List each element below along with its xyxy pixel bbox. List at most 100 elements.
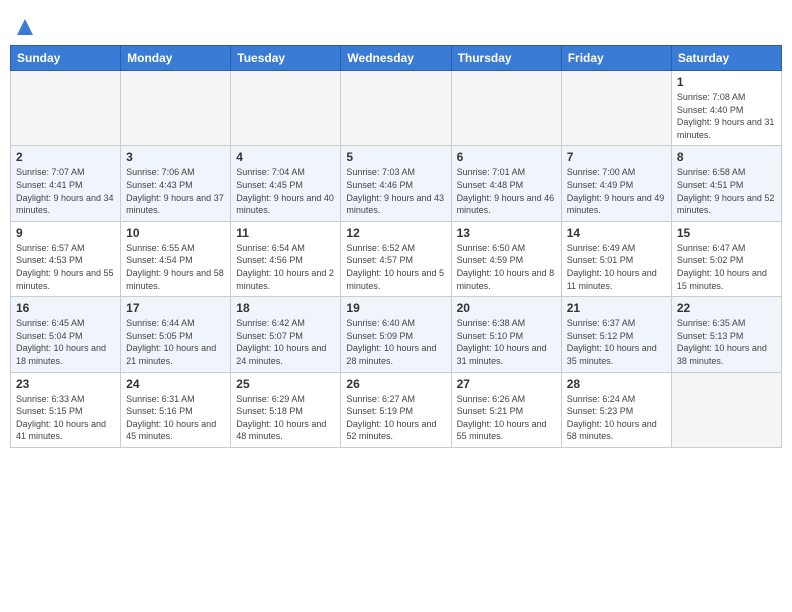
day-info: Sunrise: 6:47 AM Sunset: 5:02 PM Dayligh… [677, 242, 776, 292]
day-info: Sunrise: 7:08 AM Sunset: 4:40 PM Dayligh… [677, 91, 776, 141]
calendar-cell [671, 372, 781, 447]
day-info: Sunrise: 6:35 AM Sunset: 5:13 PM Dayligh… [677, 317, 776, 367]
day-number: 3 [126, 150, 225, 164]
day-info: Sunrise: 7:00 AM Sunset: 4:49 PM Dayligh… [567, 166, 666, 216]
day-info: Sunrise: 7:01 AM Sunset: 4:48 PM Dayligh… [457, 166, 556, 216]
calendar-cell: 26Sunrise: 6:27 AM Sunset: 5:19 PM Dayli… [341, 372, 451, 447]
day-number: 20 [457, 301, 556, 315]
calendar-cell: 18 Sunrise: 6:42 AM Sunset: 5:07 PM Dayli… [231, 297, 341, 372]
calendar-cell: 23 Sunrise: 6:33 AM Sunset: 5:15 PM Dayli… [11, 372, 121, 447]
weekday-header-saturday: Saturday [671, 46, 781, 71]
day-number: 23 [16, 377, 115, 391]
day-number: 19 [346, 301, 445, 315]
calendar-cell: 13 Sunrise: 6:50 AM Sunset: 4:59 PM Dayli… [451, 221, 561, 296]
calendar-cell: 9 Sunrise: 6:57 AM Sunset: 4:53 PM Daylig… [11, 221, 121, 296]
day-info: Sunrise: 6:33 AM Sunset: 5:15 PM Dayligh… [16, 393, 115, 443]
calendar-cell: 11 Sunrise: 6:54 AM Sunset: 4:56 PM Dayli… [231, 221, 341, 296]
calendar-cell: 6 Sunrise: 7:01 AM Sunset: 4:48 PM Daylig… [451, 146, 561, 221]
header [10, 10, 782, 41]
calendar-cell: 19Sunrise: 6:40 AM Sunset: 5:09 PM Dayli… [341, 297, 451, 372]
day-info: Sunrise: 6:37 AM Sunset: 5:12 PM Dayligh… [567, 317, 666, 367]
day-number: 21 [567, 301, 666, 315]
calendar-cell: 28Sunrise: 6:24 AM Sunset: 5:23 PM Dayli… [561, 372, 671, 447]
day-number: 6 [457, 150, 556, 164]
day-info: Sunrise: 6:50 AM Sunset: 4:59 PM Dayligh… [457, 242, 556, 292]
calendar-week-row: 23 Sunrise: 6:33 AM Sunset: 5:15 PM Dayli… [11, 372, 782, 447]
day-number: 1 [677, 75, 776, 89]
calendar-cell: 21 Sunrise: 6:37 AM Sunset: 5:12 PM Dayli… [561, 297, 671, 372]
page: SundayMondayTuesdayWednesdayThursdayFrid… [0, 0, 792, 458]
day-number: 22 [677, 301, 776, 315]
calendar-cell: 25 Sunrise: 6:29 AM Sunset: 5:18 PM Dayli… [231, 372, 341, 447]
weekday-header-sunday: Sunday [11, 46, 121, 71]
calendar-cell: 7 Sunrise: 7:00 AM Sunset: 4:49 PM Daylig… [561, 146, 671, 221]
day-number: 11 [236, 226, 335, 240]
day-number: 15 [677, 226, 776, 240]
day-info: Sunrise: 7:04 AM Sunset: 4:45 PM Dayligh… [236, 166, 335, 216]
day-number: 2 [16, 150, 115, 164]
day-info: Sunrise: 6:24 AM Sunset: 5:23 PM Dayligh… [567, 393, 666, 443]
day-info: Sunrise: 6:42 AM Sunset: 5:07 PM Dayligh… [236, 317, 335, 367]
day-info: Sunrise: 7:07 AM Sunset: 4:41 PM Dayligh… [16, 166, 115, 216]
calendar-cell [121, 71, 231, 146]
day-info: Sunrise: 6:44 AM Sunset: 5:05 PM Dayligh… [126, 317, 225, 367]
calendar-cell [231, 71, 341, 146]
calendar-cell [341, 71, 451, 146]
calendar-cell: 20 Sunrise: 6:38 AM Sunset: 5:10 PM Dayli… [451, 297, 561, 372]
day-number: 17 [126, 301, 225, 315]
day-number: 5 [346, 150, 445, 164]
day-number: 9 [16, 226, 115, 240]
weekday-header-friday: Friday [561, 46, 671, 71]
day-number: 16 [16, 301, 115, 315]
day-info: Sunrise: 6:38 AM Sunset: 5:10 PM Dayligh… [457, 317, 556, 367]
calendar-cell: 2 Sunrise: 7:07 AM Sunset: 4:41 PM Daylig… [11, 146, 121, 221]
day-number: 4 [236, 150, 335, 164]
day-info: Sunrise: 6:52 AM Sunset: 4:57 PM Dayligh… [346, 242, 445, 292]
weekday-header-wednesday: Wednesday [341, 46, 451, 71]
calendar-cell [561, 71, 671, 146]
day-number: 8 [677, 150, 776, 164]
calendar-week-row: 2 Sunrise: 7:07 AM Sunset: 4:41 PM Daylig… [11, 146, 782, 221]
day-info: Sunrise: 6:58 AM Sunset: 4:51 PM Dayligh… [677, 166, 776, 216]
day-info: Sunrise: 7:03 AM Sunset: 4:46 PM Dayligh… [346, 166, 445, 216]
day-number: 18 [236, 301, 335, 315]
day-info: Sunrise: 6:54 AM Sunset: 4:56 PM Dayligh… [236, 242, 335, 292]
calendar-cell: 24Sunrise: 6:31 AM Sunset: 5:16 PM Dayli… [121, 372, 231, 447]
day-number: 25 [236, 377, 335, 391]
weekday-header-tuesday: Tuesday [231, 46, 341, 71]
day-info: Sunrise: 6:57 AM Sunset: 4:53 PM Dayligh… [16, 242, 115, 292]
day-number: 13 [457, 226, 556, 240]
calendar-cell: 5 Sunrise: 7:03 AM Sunset: 4:46 PM Daylig… [341, 146, 451, 221]
calendar-cell [451, 71, 561, 146]
day-info: Sunrise: 6:26 AM Sunset: 5:21 PM Dayligh… [457, 393, 556, 443]
day-number: 24 [126, 377, 225, 391]
day-info: Sunrise: 6:27 AM Sunset: 5:19 PM Dayligh… [346, 393, 445, 443]
calendar-cell: 4 Sunrise: 7:04 AM Sunset: 4:45 PM Daylig… [231, 146, 341, 221]
day-number: 14 [567, 226, 666, 240]
calendar-cell: 12 Sunrise: 6:52 AM Sunset: 4:57 PM Dayli… [341, 221, 451, 296]
day-info: Sunrise: 6:29 AM Sunset: 5:18 PM Dayligh… [236, 393, 335, 443]
logo [14, 18, 34, 37]
calendar: SundayMondayTuesdayWednesdayThursdayFrid… [10, 45, 782, 448]
day-info: Sunrise: 6:45 AM Sunset: 5:04 PM Dayligh… [16, 317, 115, 367]
calendar-cell: 10 Sunrise: 6:55 AM Sunset: 4:54 PM Dayli… [121, 221, 231, 296]
day-info: Sunrise: 7:06 AM Sunset: 4:43 PM Dayligh… [126, 166, 225, 216]
calendar-cell: 27 Sunrise: 6:26 AM Sunset: 5:21 PM Dayli… [451, 372, 561, 447]
weekday-header-row: SundayMondayTuesdayWednesdayThursdayFrid… [11, 46, 782, 71]
day-number: 12 [346, 226, 445, 240]
calendar-cell: 15 Sunrise: 6:47 AM Sunset: 5:02 PM Dayli… [671, 221, 781, 296]
day-number: 7 [567, 150, 666, 164]
day-number: 10 [126, 226, 225, 240]
calendar-cell: 17 Sunrise: 6:44 AM Sunset: 5:05 PM Dayli… [121, 297, 231, 372]
calendar-week-row: 9 Sunrise: 6:57 AM Sunset: 4:53 PM Daylig… [11, 221, 782, 296]
day-info: Sunrise: 6:49 AM Sunset: 5:01 PM Dayligh… [567, 242, 666, 292]
weekday-header-thursday: Thursday [451, 46, 561, 71]
logo-triangle-icon [16, 18, 34, 36]
day-number: 27 [457, 377, 556, 391]
day-info: Sunrise: 6:55 AM Sunset: 4:54 PM Dayligh… [126, 242, 225, 292]
weekday-header-monday: Monday [121, 46, 231, 71]
calendar-cell: 3 Sunrise: 7:06 AM Sunset: 4:43 PM Daylig… [121, 146, 231, 221]
calendar-cell: 22 Sunrise: 6:35 AM Sunset: 5:13 PM Dayli… [671, 297, 781, 372]
calendar-cell: 16 Sunrise: 6:45 AM Sunset: 5:04 PM Dayli… [11, 297, 121, 372]
calendar-cell: 1 Sunrise: 7:08 AM Sunset: 4:40 PM Daylig… [671, 71, 781, 146]
